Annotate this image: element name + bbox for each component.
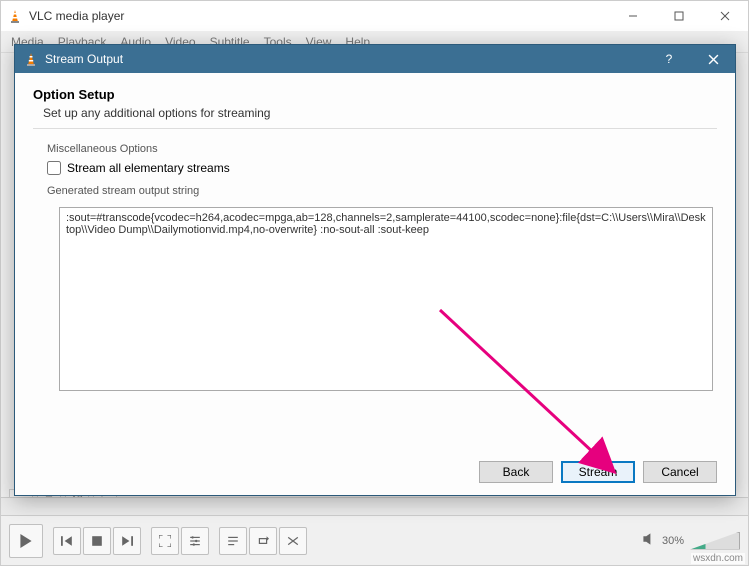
main-titlebar: VLC media player bbox=[1, 1, 748, 31]
play-button[interactable] bbox=[9, 524, 43, 558]
minimize-button[interactable] bbox=[610, 1, 656, 31]
cancel-button[interactable]: Cancel bbox=[643, 461, 717, 483]
stream-output-dialog: Stream Output ? Option Setup Set up any … bbox=[14, 44, 736, 496]
dialog-titlebar: Stream Output ? bbox=[15, 45, 735, 73]
back-button[interactable]: Back bbox=[479, 461, 553, 483]
dialog-title: Stream Output bbox=[45, 52, 647, 66]
next-button[interactable] bbox=[113, 527, 141, 555]
misc-options-group: Miscellaneous Options Stream all element… bbox=[33, 143, 717, 175]
stream-all-checkbox[interactable] bbox=[47, 161, 61, 175]
watermark: wsxdn.com bbox=[691, 553, 745, 564]
fullscreen-button[interactable] bbox=[151, 527, 179, 555]
generated-output-group: Generated stream output string bbox=[33, 185, 717, 425]
volume-slider[interactable] bbox=[690, 532, 740, 550]
prev-button[interactable] bbox=[53, 527, 81, 555]
speaker-icon[interactable] bbox=[642, 532, 656, 549]
dialog-button-row: Back Stream Cancel bbox=[15, 449, 735, 495]
stream-all-label: Stream all elementary streams bbox=[67, 161, 230, 175]
generated-output-legend: Generated stream output string bbox=[47, 185, 717, 197]
seek-bar[interactable] bbox=[1, 497, 748, 515]
stop-button[interactable] bbox=[83, 527, 111, 555]
dialog-close-button[interactable] bbox=[691, 45, 735, 73]
playlist-button[interactable] bbox=[219, 527, 247, 555]
window-controls bbox=[610, 1, 748, 31]
loop-button[interactable] bbox=[249, 527, 277, 555]
generated-output-textarea[interactable] bbox=[60, 208, 712, 390]
option-setup-description: Set up any additional options for stream… bbox=[33, 106, 717, 120]
volume-area: 30% bbox=[642, 532, 740, 550]
misc-options-legend: Miscellaneous Options bbox=[47, 143, 717, 155]
main-window-title: VLC media player bbox=[29, 9, 610, 23]
stream-all-checkbox-row[interactable]: Stream all elementary streams bbox=[47, 161, 717, 175]
generated-output-wrap bbox=[59, 207, 713, 391]
divider bbox=[33, 128, 717, 129]
shuffle-button[interactable] bbox=[279, 527, 307, 555]
vlc-icon bbox=[23, 51, 39, 67]
dialog-help-button[interactable]: ? bbox=[647, 45, 691, 73]
vlc-icon bbox=[7, 8, 23, 24]
stream-button[interactable]: Stream bbox=[561, 461, 635, 483]
extended-button[interactable] bbox=[181, 527, 209, 555]
volume-percent: 30% bbox=[662, 535, 684, 547]
option-setup-heading: Option Setup bbox=[33, 87, 717, 102]
player-controls: 30% bbox=[1, 515, 748, 565]
close-button[interactable] bbox=[702, 1, 748, 31]
dialog-body: Option Setup Set up any additional optio… bbox=[15, 73, 735, 449]
maximize-button[interactable] bbox=[656, 1, 702, 31]
